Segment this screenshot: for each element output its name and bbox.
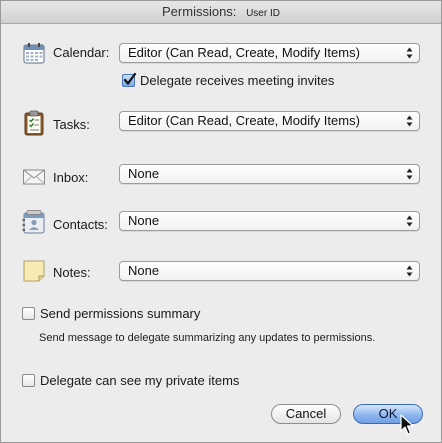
private-items-label: Delegate can see my private items xyxy=(40,373,240,388)
inbox-permission-select[interactable]: None xyxy=(119,164,420,184)
inbox-label: Inbox: xyxy=(53,170,89,185)
mouse-pointer-icon xyxy=(400,414,414,435)
window-user-id: User ID xyxy=(246,8,280,19)
contacts-icon xyxy=(22,210,45,234)
note-icon xyxy=(23,260,45,282)
select-arrows-icon xyxy=(406,215,413,227)
title-bar: Permissions: User ID xyxy=(1,1,441,24)
notes-permission-select[interactable]: None xyxy=(119,261,420,281)
tasks-permission-select[interactable]: Editor (Can Read, Create, Modify Items) xyxy=(119,111,420,131)
delegate-invites-checkbox[interactable] xyxy=(122,72,137,87)
checkmark-icon xyxy=(123,72,137,85)
envelope-icon xyxy=(23,169,45,185)
select-arrows-icon xyxy=(406,115,413,127)
inbox-permission-value: None xyxy=(128,166,160,181)
window-title: Permissions: xyxy=(162,4,237,19)
calendar-permission-value: Editor (Can Read, Create, Modify Items) xyxy=(128,45,360,60)
calendar-label: Calendar: xyxy=(53,45,110,60)
clipboard-icon xyxy=(24,110,44,136)
send-summary-hint: Send message to delegate summarizing any… xyxy=(39,332,376,344)
delegate-invites-label: Delegate receives meeting invites xyxy=(140,73,335,88)
notes-permission-value: None xyxy=(128,263,160,278)
select-arrows-icon xyxy=(406,168,413,180)
send-summary-label: Send permissions summary xyxy=(40,306,201,321)
tasks-permission-value: Editor (Can Read, Create, Modify Items) xyxy=(128,113,360,128)
select-arrows-icon xyxy=(406,265,413,277)
permissions-dialog: Permissions: User ID Calendar: Editor (C… xyxy=(0,0,442,443)
notes-label: Notes: xyxy=(53,265,91,280)
select-arrows-icon xyxy=(406,47,413,59)
tasks-label: Tasks: xyxy=(53,117,90,132)
calendar-permission-select[interactable]: Editor (Can Read, Create, Modify Items) xyxy=(119,43,420,63)
contacts-label: Contacts: xyxy=(53,217,108,232)
private-items-checkbox[interactable] xyxy=(22,374,35,387)
contacts-permission-value: None xyxy=(128,213,160,228)
cancel-button[interactable]: Cancel xyxy=(271,404,341,424)
contacts-permission-select[interactable]: None xyxy=(119,211,420,231)
send-summary-checkbox[interactable] xyxy=(22,307,35,320)
calendar-icon xyxy=(23,43,45,64)
